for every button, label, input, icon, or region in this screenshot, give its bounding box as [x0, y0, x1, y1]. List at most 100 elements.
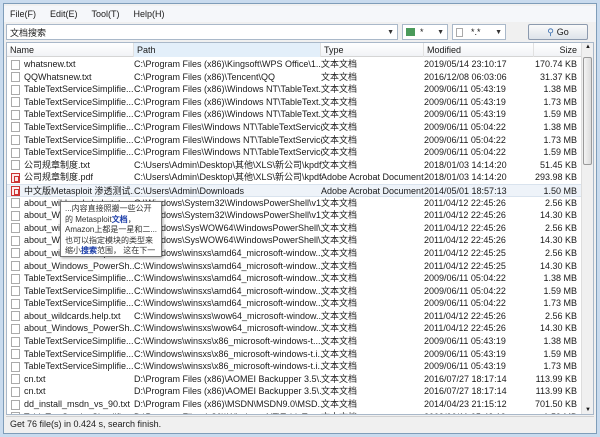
cell-size: 1.59 MB: [517, 411, 577, 414]
text-file-icon: [11, 298, 20, 309]
table-row[interactable]: TableTextServiceSimplifie... C:\Program F…: [7, 134, 581, 147]
text-file-icon: [11, 361, 20, 372]
drive-filter[interactable]: * ▼: [402, 24, 448, 40]
table-row[interactable]: cn.txt D:\Program Files (x86)\AOMEI Backu…: [7, 385, 581, 398]
cell-path: D:\Program Files (x86)\AOMEI Backupper 3…: [134, 386, 322, 397]
tooltip-text: ...内容直接照搬一些公开的 Metasploit: [65, 204, 152, 224]
table-row[interactable]: TableTextServiceSimplifie... C:\Windows\w…: [7, 360, 581, 373]
text-file-icon: [11, 323, 20, 334]
cell-path: C:\Windows\winsxs\x86_microsoft-windows-…: [134, 348, 322, 359]
cell-type: 文本文档: [321, 71, 358, 82]
cell-size: 1.38 MB: [543, 273, 577, 284]
table-row[interactable]: cn.txt D:\Program Files (x86)\AOMEI Backu…: [7, 373, 581, 386]
table-row[interactable]: TableTextServiceSimplifie... C:\Windows\w…: [7, 335, 581, 348]
cell-name: about_Windows_PowerSh...: [24, 260, 134, 271]
column-header-modified[interactable]: Modified: [424, 43, 534, 57]
go-button[interactable]: ⚲ Go: [528, 24, 588, 40]
table-row[interactable]: TableTextServiceSimplifie... C:\Windows\w…: [7, 285, 581, 298]
table-row[interactable]: about_Windows_PowerSh... C:\Windows\winsx…: [7, 260, 581, 273]
cell-name: TableTextServiceSimplifie...: [24, 361, 134, 372]
vertical-scrollbar[interactable]: ▲ ▼: [581, 43, 593, 414]
table-row[interactable]: 中文版Metasploit 渗透测试... C:\Users\Admin\Down…: [7, 183, 581, 197]
cell-path: C:\Windows\winsxs\amd64_microsoft-window…: [134, 298, 322, 309]
cell-path: D:\Program Files (x86)\MSDN\MSDN9.0\MSD.…: [134, 399, 322, 410]
pdf-file-icon: [11, 186, 20, 197]
column-header-size[interactable]: Size: [534, 43, 581, 57]
text-file-icon: [11, 198, 20, 209]
cell-name: TableTextServiceSimplifie...: [24, 134, 134, 145]
text-file-icon: [11, 223, 20, 234]
menu-edit[interactable]: Edit(E): [50, 9, 78, 19]
table-row[interactable]: TableTextServiceSimplifie... C:\Windows\w…: [7, 272, 581, 285]
text-file-icon: [11, 147, 20, 158]
cell-type: 文本文档: [321, 134, 358, 145]
cell-type: 文本文档: [321, 96, 358, 107]
column-header-type[interactable]: Type: [321, 43, 424, 57]
table-row[interactable]: TableTextServiceSimplifie...D:\Program F…: [7, 411, 581, 414]
cell-name: about_wildcards.help.txt: [24, 310, 121, 321]
menu-file[interactable]: File(F): [10, 9, 36, 19]
scrollbar-thumb[interactable]: [583, 57, 592, 165]
cell-type: 文本文档: [321, 348, 358, 359]
text-file-icon: [11, 386, 20, 397]
text-file-icon: [11, 97, 20, 108]
cell-size: 1.59 MB: [543, 285, 577, 296]
table-row[interactable]: 公司规章制度.pdf C:\Users\Admin\Desktop\其他\XLS\…: [7, 171, 581, 184]
cell-name: TableTextServiceSimplifie...: [24, 147, 134, 158]
menu-help[interactable]: Help(H): [134, 9, 165, 19]
column-header-name[interactable]: Name: [7, 43, 134, 57]
table-row[interactable]: TableTextServiceSimplifie... C:\Program F…: [7, 146, 581, 159]
search-input[interactable]: 文档搜索 ▼: [6, 24, 398, 40]
cell-type: 文本文档: [321, 373, 358, 384]
cell-path: C:\Windows\winsxs\wow64_microsoft-window…: [134, 323, 322, 334]
cell-path: D:\Program Files (x86)\Windows NT\TableT…: [134, 411, 322, 414]
cell-size: 2.56 KB: [544, 197, 577, 208]
table-row[interactable]: QQWhatsnew.txt C:\Program Files (x86)\Ten…: [7, 71, 581, 84]
table-row[interactable]: TableTextServiceSimplifie... C:\Windows\w…: [7, 297, 581, 310]
cell-size: 14.30 KB: [539, 235, 577, 246]
cell-size: 1.59 MB: [543, 348, 577, 359]
text-file-icon: [11, 261, 20, 271]
cell-name: TableTextServiceSimplifie...: [24, 96, 134, 107]
text-file-icon: [11, 122, 20, 133]
text-file-icon: [11, 235, 20, 246]
cell-path: C:\Program Files (x86)\Windows NT\TableT…: [134, 84, 322, 95]
text-file-icon: [11, 286, 20, 297]
cell-size: 170.74 KB: [534, 59, 577, 69]
table-row[interactable]: TableTextServiceSimplifie... C:\Program F…: [7, 96, 581, 109]
extension-filter[interactable]: *.* ▼: [452, 24, 506, 40]
cell-type: 文本文档: [321, 197, 358, 208]
table-row[interactable]: TableTextServiceSimplifie... C:\Program F…: [7, 83, 581, 96]
cell-path: C:\Users\Admin\Desktop\其他\XLS\新公司\kpdf: [134, 159, 322, 170]
cell-type: 文本文档: [321, 323, 358, 334]
cell-size: 2.56 KB: [544, 222, 577, 233]
chevron-down-icon[interactable]: ▼: [495, 29, 502, 36]
table-row[interactable]: dd_install_msdn_vs_90.txt D:\Program File…: [7, 398, 581, 411]
table-row[interactable]: TableTextServiceSimplifie... C:\Program F…: [7, 121, 581, 134]
cell-type: 文本文档: [321, 411, 425, 414]
chevron-down-icon[interactable]: ▼: [437, 29, 444, 36]
table-row[interactable]: TableTextServiceSimplifie... C:\Windows\w…: [7, 348, 581, 361]
column-header-path[interactable]: Path: [134, 43, 321, 57]
cell-type: 文本文档: [321, 147, 358, 158]
cell-name: QQWhatsnew.txt: [24, 71, 92, 82]
text-file-icon: [11, 135, 20, 146]
go-label: Go: [556, 27, 569, 37]
list-header: Name Path Type Modified Size: [7, 43, 581, 57]
table-row[interactable]: about_wildcards.help.txt C:\Windows\winsx…: [7, 310, 581, 323]
cell-path: C:\Windows\winsxs\x86_microsoft-windows-…: [134, 361, 322, 372]
table-row[interactable]: about_Windows_PowerSh... C:\Windows\winsx…: [7, 322, 581, 335]
cell-type: 文本文档: [321, 310, 358, 321]
text-file-icon: [11, 399, 20, 410]
text-file-icon: [11, 84, 20, 95]
chevron-down-icon[interactable]: ▼: [387, 29, 394, 36]
table-row[interactable]: whatsnew.txt C:\Program Files (x86)\Kings…: [7, 58, 581, 71]
table-row[interactable]: TableTextServiceSimplifie... C:\Program F…: [7, 108, 581, 121]
cell-type: 文本文档: [321, 260, 358, 271]
menu-tool[interactable]: Tool(T): [92, 9, 120, 19]
scroll-down-icon[interactable]: ▼: [585, 407, 591, 413]
table-row[interactable]: 公司规章制度.txt C:\Users\Admin\Desktop\其他\XLS\…: [7, 159, 581, 172]
cell-size: 2.56 KB: [544, 310, 577, 321]
cell-size: 701.50 KB: [534, 399, 577, 410]
scroll-up-icon[interactable]: ▲: [585, 44, 591, 50]
